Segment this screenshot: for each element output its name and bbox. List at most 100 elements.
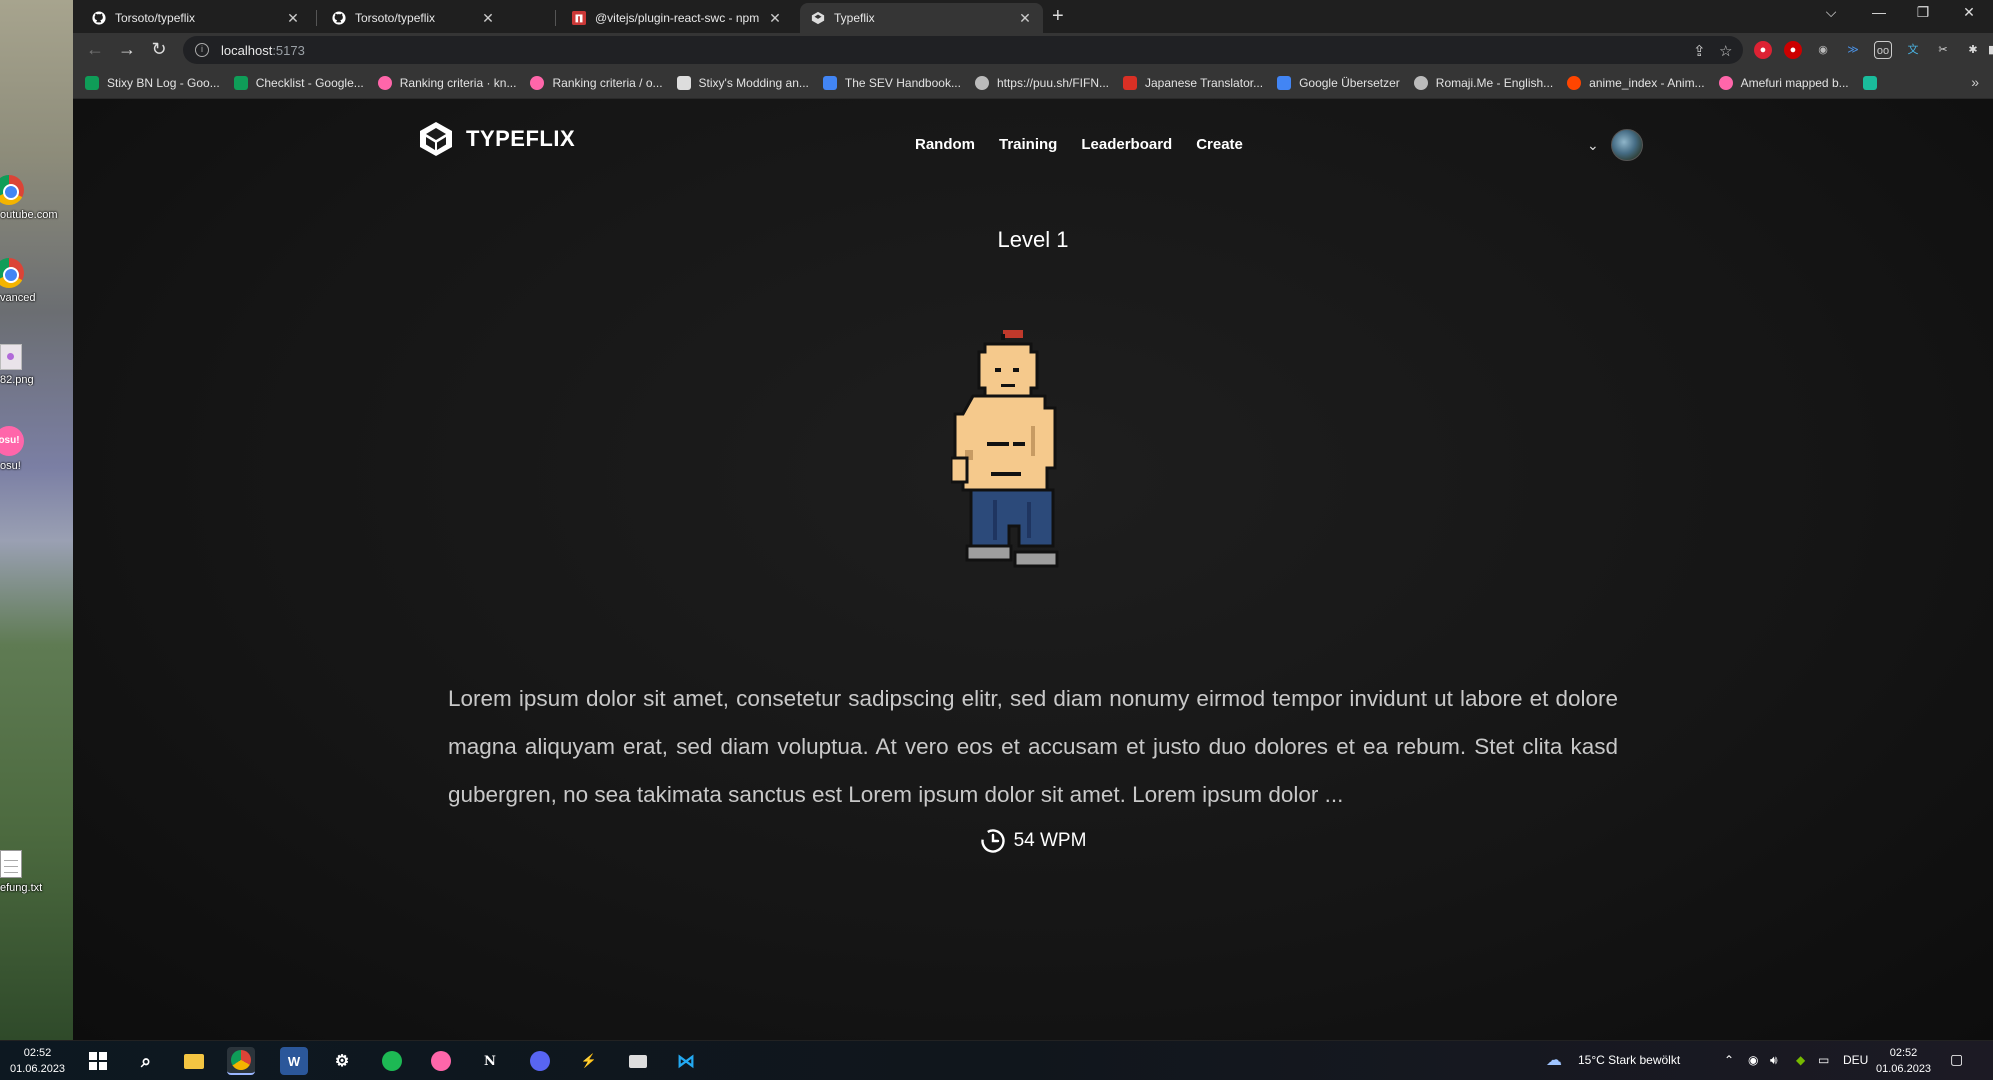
extension-scissors-icon[interactable]: ✂	[1934, 41, 1952, 59]
tab-title: Typeflix	[834, 11, 875, 25]
close-icon[interactable]: ✕	[285, 10, 301, 27]
file-explorer-icon[interactable]	[180, 1047, 208, 1075]
extension-red-icon[interactable]: ●	[1754, 41, 1772, 59]
notion-icon[interactable]: N	[476, 1047, 504, 1075]
forward-arrow-icon[interactable]: →	[115, 39, 139, 60]
new-tab-button[interactable]: +	[1052, 5, 1064, 28]
weather-text[interactable]: 15°C Stark bewölkt	[1578, 1053, 1680, 1067]
desktop-icon-osu[interactable]: osu! osu!	[0, 426, 73, 472]
bookmark-item-app[interactable]	[1862, 75, 1885, 90]
bookmark-item[interactable]: Ranking criteria · kn...	[377, 75, 516, 90]
osu-icon: osu!	[0, 426, 24, 456]
tab-1[interactable]: Torsoto/typeflix ✕	[81, 3, 311, 33]
app-blue-icon[interactable]: ⚡	[575, 1047, 603, 1075]
bookmark-item[interactable]: Romaji.Me - English...	[1413, 75, 1553, 90]
bookmarks-overflow-button[interactable]: »	[1971, 74, 1979, 90]
close-window-button[interactable]: ✕	[1949, 4, 1989, 21]
url-port: :5173	[272, 42, 305, 58]
extensions-puzzle-icon[interactable]: ✱	[1964, 41, 1982, 59]
weather-icon[interactable]: ☁	[1546, 1050, 1562, 1070]
bookmark-item[interactable]: Japanese Translator...	[1123, 75, 1264, 90]
tab-typeflix-active[interactable]: Typeflix ✕	[800, 3, 1043, 33]
typing-text-passage[interactable]: Lorem ipsum dolor sit amet, consetetur s…	[448, 675, 1618, 819]
bookmark-item[interactable]: anime_index - Anim...	[1567, 75, 1705, 90]
bookmark-star-icon[interactable]: ☆	[1719, 42, 1732, 60]
notifications-icon[interactable]: ▢	[1950, 1051, 1963, 1068]
spotify-icon[interactable]	[378, 1047, 406, 1075]
docs-icon	[822, 75, 837, 90]
nav-leaderboard[interactable]: Leaderboard	[1081, 136, 1172, 153]
discord-icon[interactable]	[526, 1047, 554, 1075]
user-menu[interactable]: ⌄	[1587, 129, 1643, 161]
avatar[interactable]	[1610, 129, 1643, 161]
extension-mic-icon[interactable]: ◉	[1814, 41, 1832, 59]
osu-taskbar-icon[interactable]	[427, 1047, 455, 1075]
extension-glasses-icon[interactable]: oo	[1874, 41, 1892, 59]
desktop-icon-txt-file[interactable]: efung.txt	[0, 850, 73, 894]
address-bar[interactable]: i localhost:5173 ⇪ ☆	[183, 36, 1743, 64]
bookmark-item[interactable]: Stixy's Modding an...	[676, 75, 809, 90]
tab-3[interactable]: @vitejs/plugin-react-swc - npm ✕	[561, 3, 793, 33]
desktop-icon-vanced-shortcut[interactable]: vanced	[0, 258, 73, 304]
taskbar-clock-right[interactable]: 02:52 01.06.2023	[1876, 1045, 1931, 1077]
restore-button[interactable]: ❐	[1903, 4, 1943, 21]
bookmark-item[interactable]: The SEV Handbook...	[822, 75, 961, 90]
logo[interactable]: TYPEFLIX	[416, 119, 575, 159]
desktop-icon-label: outube.com	[0, 209, 58, 221]
minimize-button[interactable]: —	[1859, 4, 1899, 20]
tab-search-chevron-icon[interactable]: ⌵	[1811, 4, 1851, 21]
bookmark-item[interactable]: Checklist - Google...	[233, 75, 364, 90]
text-file-icon	[0, 850, 22, 878]
tab-2[interactable]: Torsoto/typeflix ✕	[321, 3, 506, 33]
logo-text: TYPEFLIX	[466, 126, 576, 151]
bookmark-item[interactable]: Ranking criteria / o...	[530, 75, 663, 90]
osu-icon	[1718, 75, 1733, 90]
side-panel-icon[interactable]: ▮	[1985, 41, 1993, 59]
search-icon[interactable]: ⌕	[132, 1047, 160, 1075]
nav-create[interactable]: Create	[1196, 136, 1243, 153]
wpm-value: 54 WPM	[1013, 830, 1087, 851]
bookmarks-bar: Stixy BN Log - Goo... Checklist - Google…	[73, 67, 1993, 99]
bookmark-item[interactable]: Amefuri mapped b...	[1718, 75, 1849, 90]
tray-discord-icon[interactable]: ◉	[1748, 1053, 1758, 1067]
typeflix-page: TYPEFLIX Random Training Leaderboard Cre…	[73, 99, 1993, 1040]
reload-icon[interactable]: ↻	[147, 39, 171, 60]
reddit-icon	[1567, 75, 1582, 90]
word-icon[interactable]: W	[280, 1047, 308, 1075]
extension-wave-icon[interactable]: ≫	[1844, 41, 1862, 59]
nav-random[interactable]: Random	[915, 136, 975, 153]
language-indicator[interactable]: DEU	[1843, 1053, 1868, 1067]
bookmark-item[interactable]: Stixy BN Log - Goo...	[85, 75, 220, 90]
share-icon[interactable]: ⇪	[1693, 42, 1706, 60]
close-icon[interactable]: ✕	[767, 10, 783, 27]
steam-icon[interactable]: ⚙	[328, 1047, 356, 1075]
network-icon[interactable]: ▭	[1818, 1053, 1829, 1067]
chrome-icon	[0, 258, 24, 288]
desktop-icon-label: efung.txt	[0, 882, 43, 894]
bookmark-item[interactable]: https://puu.sh/FIFN...	[974, 75, 1109, 90]
desktop-icon-png-file[interactable]: 82.png	[0, 344, 73, 386]
chrome-icon	[0, 175, 24, 205]
vscode-icon[interactable]: ⋈	[672, 1047, 700, 1075]
close-icon[interactable]: ✕	[1017, 10, 1033, 27]
bookmark-item[interactable]: Google Übersetzer	[1277, 75, 1400, 90]
speaker-icon[interactable]: 🔊︎	[1770, 1053, 1778, 1068]
extension-translate-icon[interactable]: 文	[1904, 41, 1922, 59]
back-arrow-icon[interactable]: ←	[83, 39, 107, 60]
windows-start-icon[interactable]	[84, 1047, 112, 1075]
site-info-icon[interactable]: i	[195, 43, 209, 57]
extension-adblock-icon[interactable]: ●	[1784, 41, 1802, 59]
nav-training[interactable]: Training	[999, 136, 1057, 153]
chevron-down-icon[interactable]: ⌄	[1587, 137, 1599, 154]
folder-icon[interactable]	[624, 1047, 652, 1075]
wpm-indicator: 54 WPM	[73, 828, 1993, 854]
main-nav: Random Training Leaderboard Create	[915, 136, 1243, 153]
close-icon[interactable]: ✕	[480, 10, 496, 27]
tray-chevron-up-icon[interactable]: ⌃	[1724, 1053, 1734, 1067]
desktop-icon-label: 82.png	[0, 374, 34, 386]
bookmark-label: Japanese Translator...	[1145, 75, 1264, 90]
timer-icon	[980, 829, 1005, 853]
chrome-taskbar-icon[interactable]	[227, 1047, 255, 1075]
desktop-icon-youtube-shortcut[interactable]: outube.com	[0, 175, 73, 221]
nvidia-icon[interactable]: ◆	[1796, 1053, 1805, 1067]
